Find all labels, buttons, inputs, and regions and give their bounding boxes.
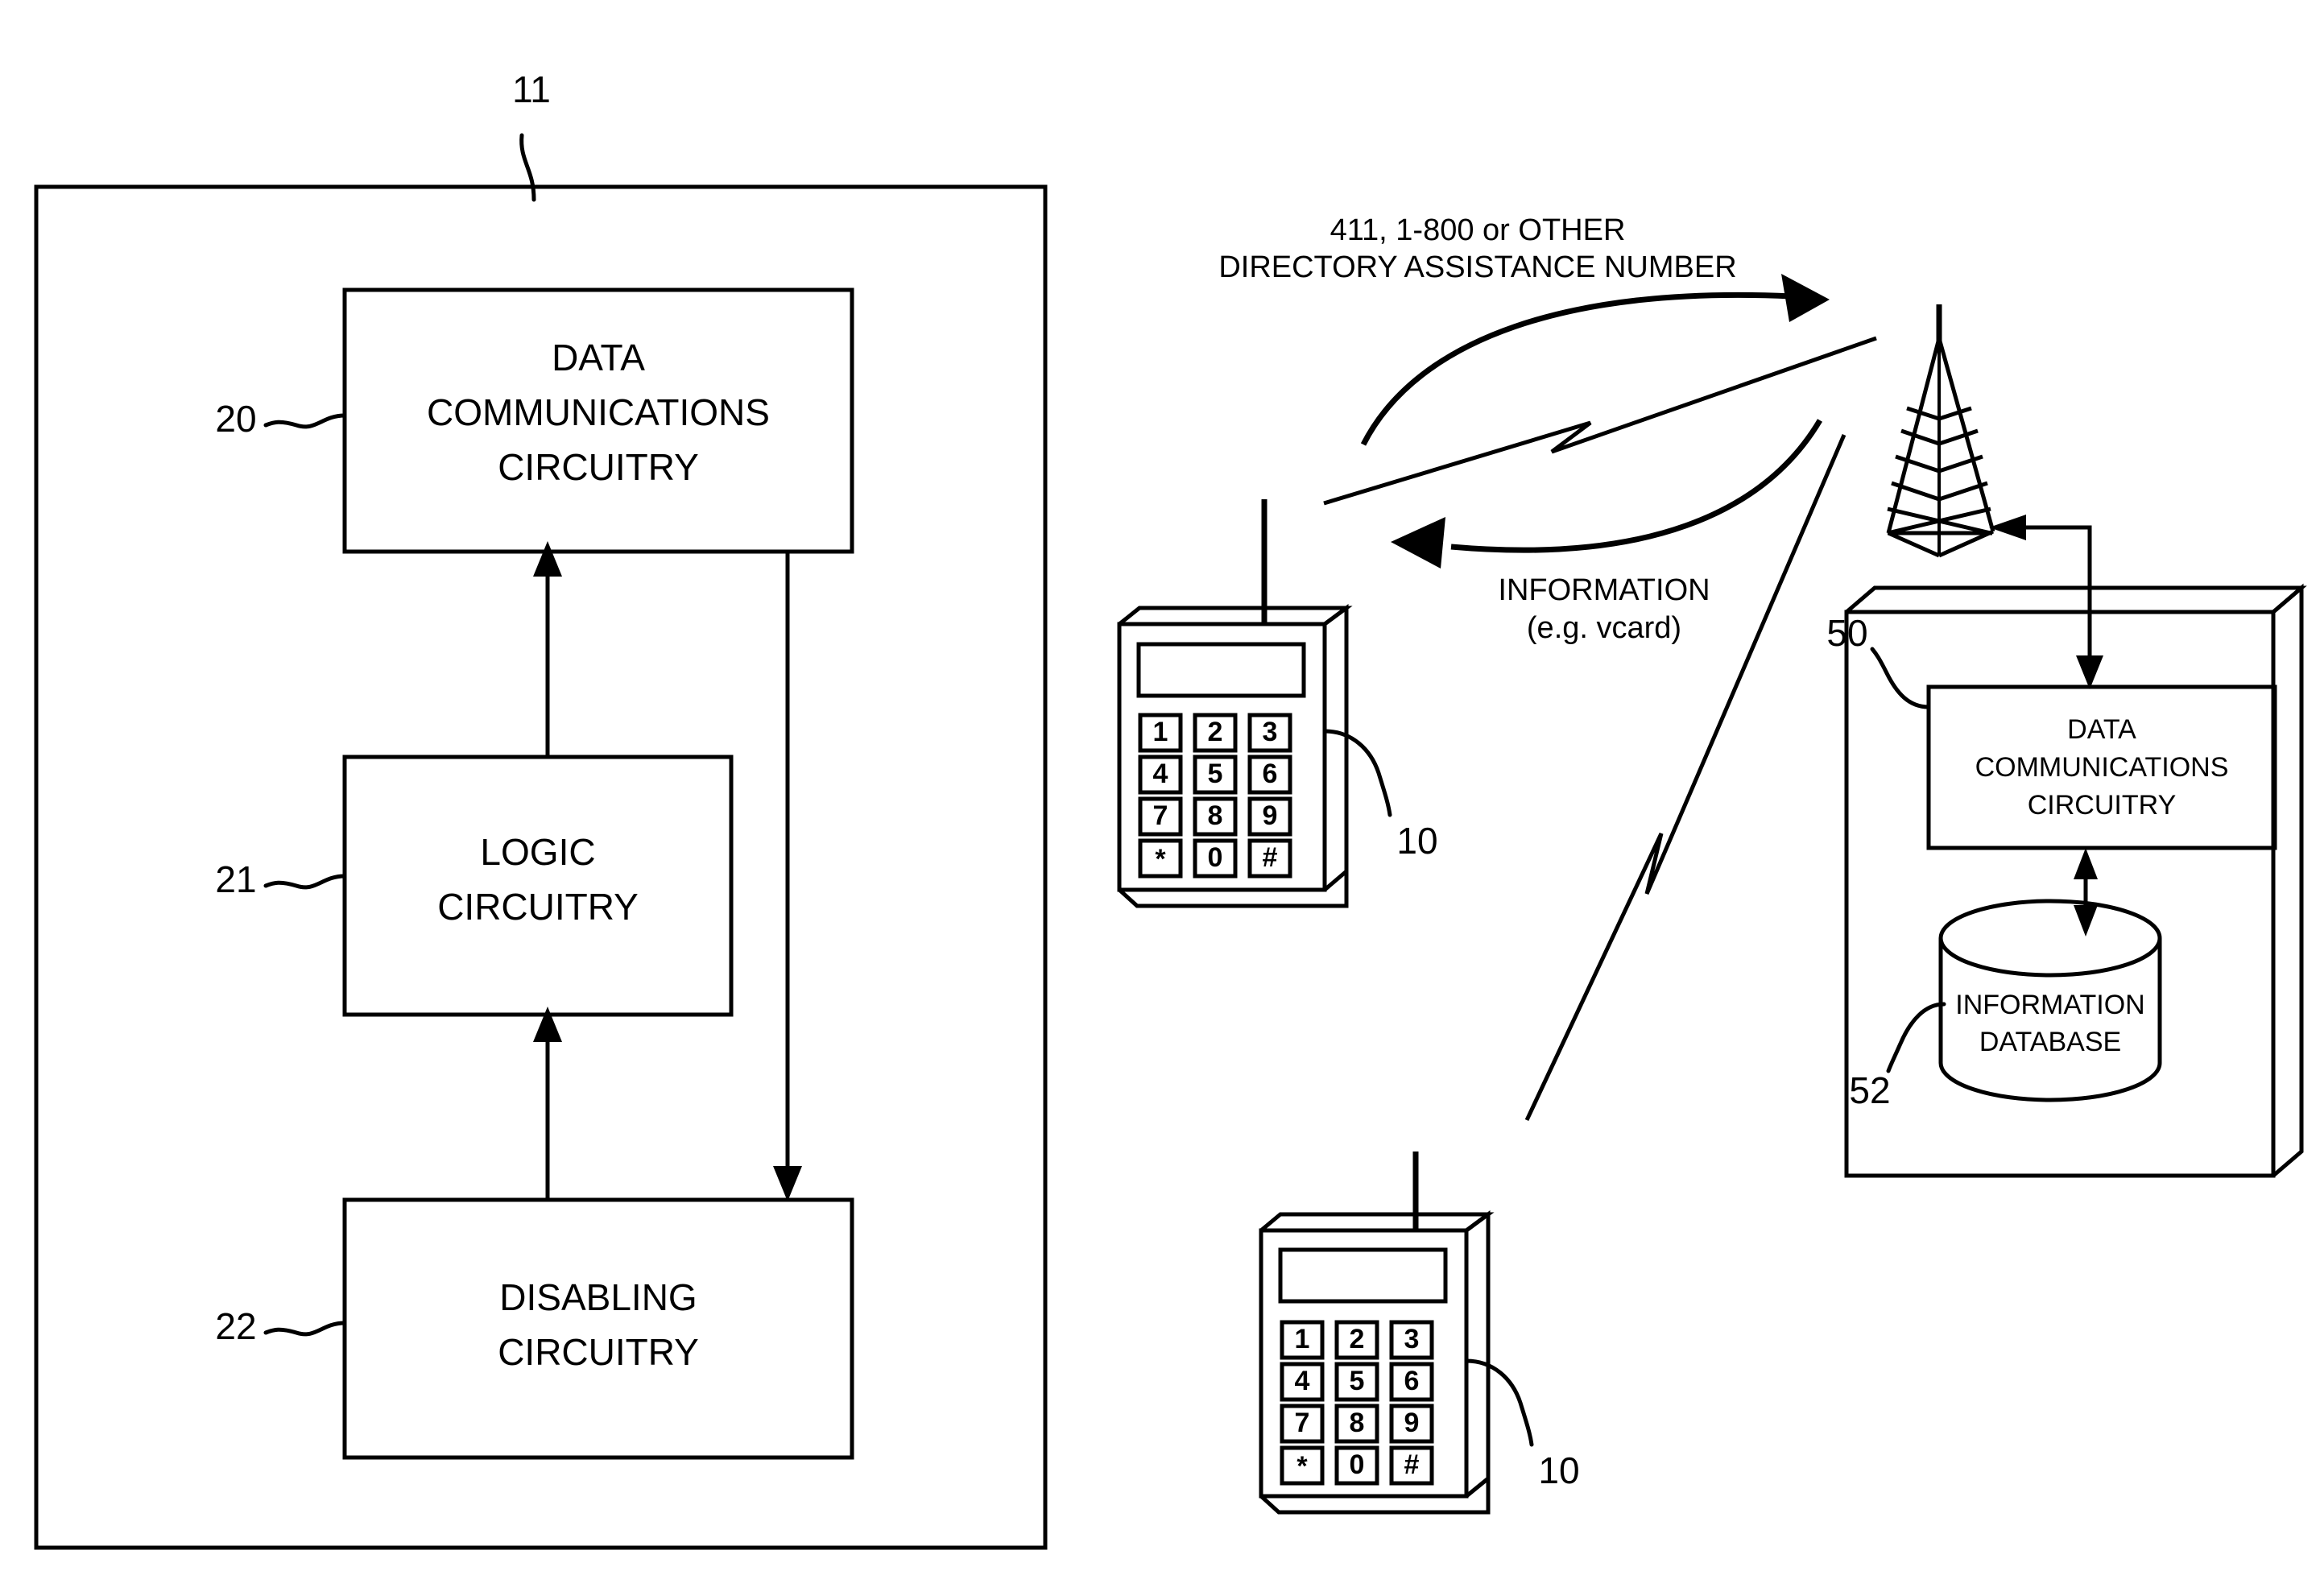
server-top-face: [1845, 585, 2307, 614]
ref-numeral-22: 22: [215, 1305, 256, 1347]
phone-top-key-0-label: 0: [1208, 842, 1223, 873]
phone-bottom-key-hash-label: #: [1404, 1449, 1420, 1480]
db-top-ellipse: [1938, 899, 2162, 978]
phone-bottom-key-9-label: 9: [1404, 1408, 1420, 1438]
db-label-line1: INFORMATION: [1955, 990, 2144, 1020]
ref-numeral-52: 52: [1849, 1069, 1890, 1111]
ref-numeral-20: 20: [215, 398, 256, 440]
phone-top-key-hash-label: #: [1263, 842, 1278, 873]
phone-bottom-key-3-label: 3: [1404, 1324, 1420, 1354]
phone-bottom-key-5-label: 5: [1350, 1366, 1365, 1396]
phone-top-key-1-label: 1: [1153, 717, 1168, 747]
uplink-arrow-head: [1781, 274, 1830, 322]
block-22-line1: DISABLING: [499, 1276, 697, 1318]
phone-top-bevel: [1118, 606, 1353, 626]
phone-bottom-key-0-label: 0: [1350, 1449, 1365, 1480]
server-db-link-arrow-up: [2074, 848, 2098, 879]
phone-top-key-4-label: 4: [1153, 759, 1168, 789]
server-block-line1: DATA: [2067, 714, 2136, 745]
phone-bottom-key-star-label: *: [1296, 1451, 1308, 1482]
ref-numeral-11: 11: [512, 68, 551, 110]
tower-lattice-1l: [1906, 406, 1940, 421]
server-right-face: [2272, 583, 2304, 1177]
block-20-line1: DATA: [552, 337, 645, 378]
db-bottom-arc: [1938, 1062, 2162, 1102]
phone-bottom-key-7-label: 7: [1295, 1408, 1310, 1438]
downlink-arrow-head: [1391, 517, 1445, 569]
phone-top-key-2-label: 2: [1208, 717, 1223, 747]
arrow-head-logic-to-datacomm: [533, 541, 562, 577]
uplink-arrow-curve: [1360, 291, 1793, 446]
block-22-line2: CIRCUITRY: [498, 1331, 699, 1373]
leader-line-21: [263, 874, 347, 890]
phone-top-right-face: [1323, 604, 1349, 891]
leader-line-phone-top-10: [1322, 729, 1392, 817]
ref-numeral-phone-top-10: 10: [1396, 820, 1437, 862]
server-inlet-arrowhead: [2076, 655, 2103, 689]
phone-top-key-7-label: 7: [1153, 800, 1168, 831]
tower-base-left: [1887, 531, 1941, 558]
figure-canvas: 11 DATA COMMUNICATIONS CIRCUITRY 20 LOGI…: [34, 68, 2307, 1550]
server-enclosure: [1844, 583, 2307, 1178]
right-scene-group: 411, 1-800 or OTHER DIRECTORY ASSISTANCE…: [1117, 213, 2307, 1515]
server-block-line2: COMMUNICATIONS: [1975, 752, 2229, 783]
tower-lattice-2r: [1938, 428, 1979, 446]
tower-lattice-2l: [1900, 428, 1940, 446]
phone-bottom-key-4-label: 4: [1295, 1366, 1310, 1396]
phone-top-key-3-label: 3: [1263, 717, 1278, 747]
phone-top-screen: [1136, 642, 1306, 698]
block-disabling-circuitry: [342, 1197, 854, 1460]
tower-lattice-3l: [1895, 454, 1940, 473]
phone-top-key-6-label: 6: [1263, 759, 1278, 789]
phone-top-key-8-label: 8: [1208, 800, 1223, 831]
ref-numeral-phone-bottom-10: 10: [1538, 1449, 1579, 1491]
uplink-label-line2: DIRECTORY ASSISTANCE NUMBER: [1218, 250, 1736, 284]
phone-bottom-right-face: [1465, 1210, 1491, 1498]
phone-bottom-key-1-label: 1: [1295, 1324, 1310, 1354]
downlink-label-line2: (e.g. vcard): [1527, 611, 1681, 645]
phone-bottom-key-2-label: 2: [1350, 1324, 1365, 1354]
block-21-line2: CIRCUITRY: [437, 886, 639, 928]
mobile-phone-top: 1 2 3 4 5 6 7 8 9 * 0 #: [1117, 499, 1353, 908]
leader-line-phone-bottom-10: [1464, 1358, 1534, 1447]
patent-figure: 11 DATA COMMUNICATIONS CIRCUITRY 20 LOGI…: [0, 0, 2320, 1596]
server-db-link-arrow-down: [2074, 905, 2098, 937]
server-front-face: [1844, 610, 2276, 1178]
block-20-line2: COMMUNICATIONS: [427, 391, 770, 433]
phone-bottom-key-6-label: 6: [1404, 1366, 1420, 1396]
rf-link-top-phone: [1323, 336, 1877, 506]
leader-line-20: [263, 413, 347, 429]
downlink-label-line1: INFORMATION: [1498, 573, 1710, 607]
leader-line-52: [1886, 1002, 1946, 1073]
arrow-head-disabling-to-logic: [533, 1007, 562, 1042]
block-20-line3: CIRCUITRY: [498, 446, 699, 488]
arrow-head-datacomm-to-disabling: [773, 1166, 802, 1201]
phone-top-keypad: 1 2 3 4 5 6 7 8 9 * 0 #: [1138, 713, 1292, 879]
phone-bottom-bevel: [1259, 1212, 1495, 1233]
leader-line-11: [519, 133, 536, 202]
tower-lattice-1r: [1938, 406, 1972, 421]
phone-bottom-key-8-label: 8: [1350, 1408, 1365, 1438]
leader-line-50: [1870, 647, 1931, 709]
rf-link-bottom-phone: [1524, 434, 1846, 1122]
phone-top-key-5-label: 5: [1208, 759, 1223, 789]
db-label-line2: DATABASE: [1979, 1027, 2121, 1057]
phone-top-key-star-label: *: [1155, 844, 1166, 874]
server-block-line3: CIRCUITRY: [2028, 790, 2177, 821]
phone-bottom-keypad: 1 2 3 4 5 6 7 8 9 * 0 #: [1280, 1320, 1434, 1486]
uplink-label-line1: 411, 1-800 or OTHER: [1330, 213, 1626, 247]
left-panel-group: 11 DATA COMMUNICATIONS CIRCUITRY 20 LOGI…: [34, 68, 1048, 1550]
phone-bottom-screen: [1278, 1247, 1448, 1304]
ref-numeral-50: 50: [1826, 612, 1867, 654]
cell-tower: [1886, 304, 1995, 558]
ref-numeral-21: 21: [215, 858, 256, 900]
downlink-arrow-curve: [1450, 419, 1823, 553]
phone-top-key-9-label: 9: [1263, 800, 1278, 831]
tower-server-link-arrowhead: [1989, 515, 2026, 540]
block-21-line1: LOGIC: [480, 831, 595, 873]
leader-line-22: [263, 1321, 347, 1337]
mobile-phone-bottom: 1 2 3 4 5 6 7 8 9 * 0 #: [1259, 1152, 1495, 1515]
